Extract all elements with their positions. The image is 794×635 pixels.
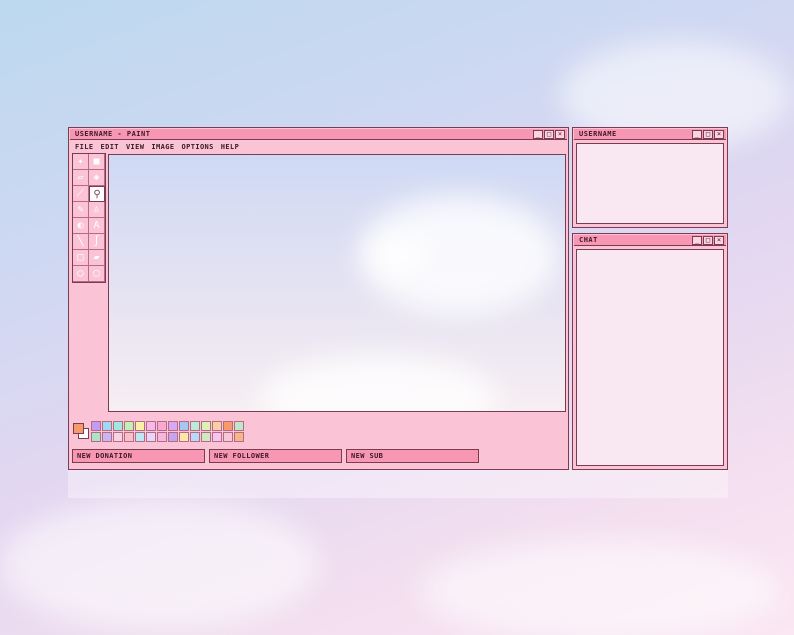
select-rect-icon[interactable]: ■ bbox=[89, 154, 105, 170]
color-swatch[interactable] bbox=[135, 421, 145, 431]
color-swatch[interactable] bbox=[179, 432, 189, 442]
new-follower-alert: NEW FOLLOWER bbox=[209, 449, 342, 463]
window-shadow bbox=[68, 470, 728, 498]
username-window: USERNAME _ □ × bbox=[572, 127, 728, 228]
color-swatch[interactable] bbox=[124, 421, 134, 431]
color-swatch[interactable] bbox=[201, 432, 211, 442]
paint-canvas[interactable] bbox=[108, 154, 566, 412]
chat-window: CHAT _ □ × bbox=[572, 233, 728, 470]
menu-edit[interactable]: EDIT bbox=[100, 142, 118, 152]
color-swatch[interactable] bbox=[124, 432, 134, 442]
color-swatch[interactable] bbox=[113, 432, 123, 442]
color-swatch[interactable] bbox=[91, 432, 101, 442]
color-swatch[interactable] bbox=[146, 432, 156, 442]
color-swatch[interactable] bbox=[168, 432, 178, 442]
maximize-button[interactable]: □ bbox=[703, 236, 713, 245]
color-swatch[interactable] bbox=[212, 421, 222, 431]
paint-window: USERNAME - PAINT _ □ × FILE EDIT VIEW IM… bbox=[68, 127, 569, 470]
color-swatch[interactable] bbox=[113, 421, 123, 431]
color-swatch[interactable] bbox=[157, 421, 167, 431]
menu-help[interactable]: HELP bbox=[221, 142, 239, 152]
paint-title: USERNAME - PAINT bbox=[75, 130, 151, 138]
color-swatch[interactable] bbox=[234, 421, 244, 431]
username-panel-body bbox=[576, 143, 724, 224]
rounded-rect-icon[interactable]: ▢ bbox=[89, 266, 105, 282]
color-swatch[interactable] bbox=[102, 432, 112, 442]
color-swatch[interactable] bbox=[146, 421, 156, 431]
color-swatch[interactable] bbox=[135, 432, 145, 442]
new-donation-alert: NEW DONATION bbox=[72, 449, 205, 463]
color-swatch[interactable] bbox=[157, 432, 167, 442]
fill-bucket-icon[interactable]: ◈ bbox=[89, 170, 105, 186]
close-button[interactable]: × bbox=[714, 236, 724, 245]
window-controls: _ □ × bbox=[692, 130, 724, 139]
background-cloud bbox=[420, 540, 780, 635]
color-palette bbox=[91, 421, 244, 442]
pencil-icon[interactable]: ✎ bbox=[73, 202, 89, 218]
close-button[interactable]: × bbox=[555, 130, 565, 139]
menu-image[interactable]: IMAGE bbox=[151, 142, 174, 152]
color-swatch[interactable] bbox=[223, 432, 233, 442]
new-sub-alert: NEW SUB bbox=[346, 449, 479, 463]
select-star-icon[interactable]: ✦ bbox=[73, 154, 89, 170]
window-controls: _ □ × bbox=[533, 130, 565, 139]
canvas-cloud bbox=[259, 355, 499, 411]
toolbox: ✦ ■ ▱ ◈ ⟋ ⚲ ✎ ♙ ◐ A ╲ ∫ □ ▰ ◯ ▢ bbox=[72, 153, 106, 283]
eraser-icon[interactable]: ▱ bbox=[73, 170, 89, 186]
airbrush-icon[interactable]: ◐ bbox=[73, 218, 89, 234]
current-colors[interactable] bbox=[73, 423, 89, 439]
color-swatch[interactable] bbox=[234, 432, 244, 442]
chat-titlebar[interactable]: CHAT _ □ × bbox=[574, 235, 726, 246]
canvas-cloud bbox=[369, 235, 429, 275]
polygon-icon[interactable]: ▰ bbox=[89, 250, 105, 266]
username-title: USERNAME bbox=[579, 130, 617, 138]
chat-panel-body bbox=[576, 249, 724, 466]
color-swatch[interactable] bbox=[212, 432, 222, 442]
menu-view[interactable]: VIEW bbox=[126, 142, 144, 152]
maximize-button[interactable]: □ bbox=[544, 130, 554, 139]
curve-icon[interactable]: ∫ bbox=[89, 234, 105, 250]
color-swatch[interactable] bbox=[168, 421, 178, 431]
background-cloud bbox=[0, 500, 320, 630]
paint-titlebar[interactable]: USERNAME - PAINT _ □ × bbox=[70, 129, 567, 140]
line-icon[interactable]: ╲ bbox=[73, 234, 89, 250]
username-titlebar[interactable]: USERNAME _ □ × bbox=[574, 129, 726, 140]
text-icon[interactable]: A bbox=[89, 218, 105, 234]
color-swatch[interactable] bbox=[190, 432, 200, 442]
minimize-button[interactable]: _ bbox=[692, 236, 702, 245]
close-button[interactable]: × bbox=[714, 130, 724, 139]
color-swatch[interactable] bbox=[102, 421, 112, 431]
color-swatch[interactable] bbox=[223, 421, 233, 431]
color-swatch[interactable] bbox=[190, 421, 200, 431]
maximize-button[interactable]: □ bbox=[703, 130, 713, 139]
minimize-button[interactable]: _ bbox=[692, 130, 702, 139]
menu-file[interactable]: FILE bbox=[75, 142, 93, 152]
menu-bar: FILE EDIT VIEW IMAGE OPTIONS HELP bbox=[75, 142, 239, 152]
magnifier-icon[interactable]: ⚲ bbox=[89, 186, 105, 202]
color-swatch[interactable] bbox=[91, 421, 101, 431]
eyedropper-icon[interactable]: ⟋ bbox=[73, 186, 89, 202]
menu-options[interactable]: OPTIONS bbox=[181, 142, 213, 152]
minimize-button[interactable]: _ bbox=[533, 130, 543, 139]
color-swatch[interactable] bbox=[179, 421, 189, 431]
brush-icon[interactable]: ♙ bbox=[89, 202, 105, 218]
foreground-color-swatch[interactable] bbox=[73, 423, 84, 434]
rectangle-icon[interactable]: □ bbox=[73, 250, 89, 266]
color-swatch[interactable] bbox=[201, 421, 211, 431]
ellipse-icon[interactable]: ◯ bbox=[73, 266, 89, 282]
window-controls: _ □ × bbox=[692, 236, 724, 245]
chat-title: CHAT bbox=[579, 236, 598, 244]
